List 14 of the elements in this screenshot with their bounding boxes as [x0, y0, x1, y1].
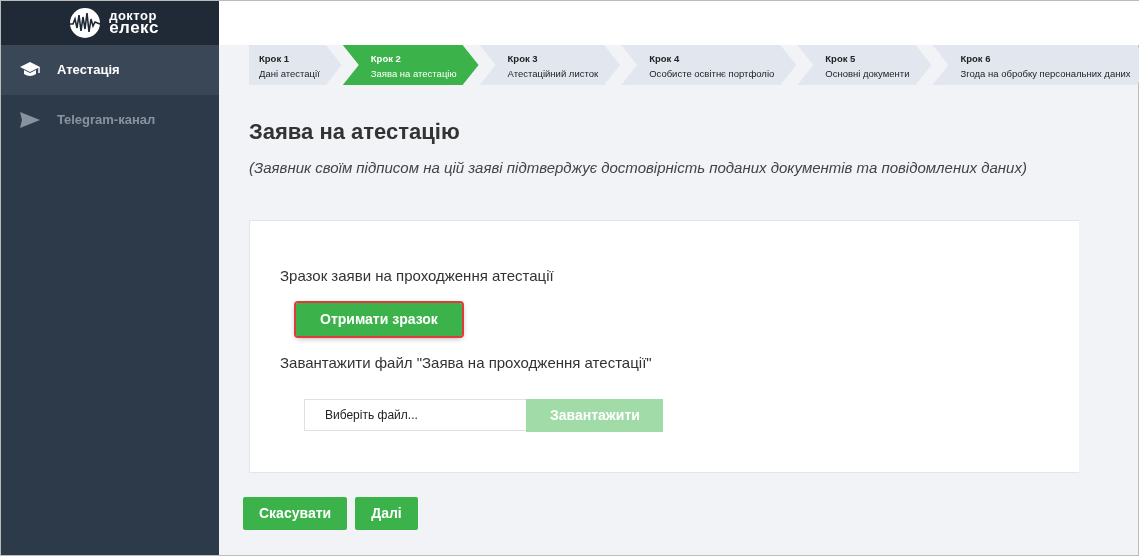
sidebar-item[interactable]: Атестація [1, 45, 219, 95]
file-input-field[interactable]: Виберіть файл... [304, 398, 526, 431]
upload-label: Завантажити файл "Заява на проходження атестації" [280, 353, 653, 374]
wizard-step[interactable]: Крок 4 Особисте освітнє портфоліо [621, 45, 797, 85]
sidebar-item[interactable]: Telegram-канал [1, 95, 219, 145]
wizard-step[interactable]: Крок 3 Атестаційний листок [479, 45, 621, 85]
wizard-step[interactable]: Крок 6 Згода на обробку персональних даних [932, 45, 1139, 85]
paper-plane-icon [19, 109, 41, 131]
page-title: Заява на атестацію [249, 119, 461, 146]
wizard-step[interactable]: Крок 5 Основні документи [797, 45, 932, 85]
wizard-step[interactable]: Крок 1 Дані атестації [249, 45, 342, 85]
logo-text: доктор елекс [109, 10, 159, 36]
sample-label: Зразок заяви на проходження атестації [280, 265, 555, 286]
page-subtitle: (Заявник своїм підписом на цій заяві підтверджує достовірність поданих документів та повідомлених даних) [249, 158, 1028, 179]
